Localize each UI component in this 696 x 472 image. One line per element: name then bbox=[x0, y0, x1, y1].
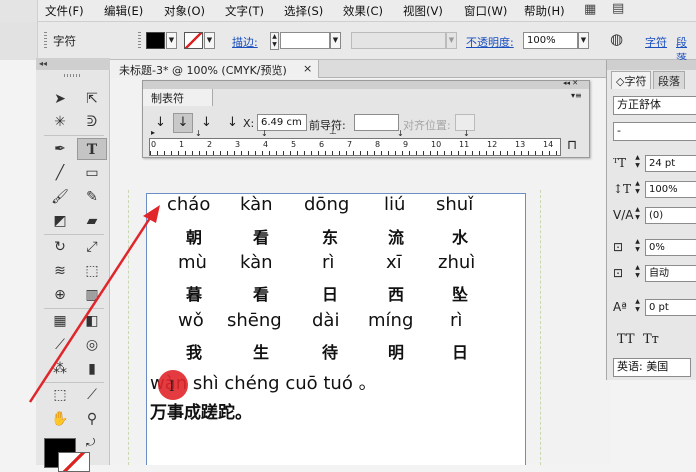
tabs-panel: ◂◂ ✕ 制表符 ▾≡ ↓ ↓ ↓ ↓ X: 6.49 cm 前导符: 对齐位置… bbox=[142, 79, 590, 158]
character-tab[interactable]: ◇字符 bbox=[611, 71, 652, 89]
ruler-tick: 7 bbox=[347, 140, 353, 149]
x-position-label: X: bbox=[243, 117, 255, 130]
kerning-icon: V/A bbox=[613, 208, 634, 222]
tracking-input[interactable]: 0% bbox=[645, 239, 696, 256]
font-size-stepper-icon[interactable]: ▲ ▼ bbox=[633, 154, 642, 172]
ruler-tick: 6 bbox=[319, 140, 325, 149]
ruler-tick: 0 bbox=[151, 140, 157, 149]
ruler-tick: 4 bbox=[263, 140, 269, 149]
indent-marker-icon[interactable]: ▸ bbox=[151, 128, 155, 137]
ruler-tick: 14 bbox=[543, 140, 554, 149]
vertical-scale-icon: ↕T bbox=[613, 182, 632, 196]
auto-stepper-icon[interactable]: ▲ ▼ bbox=[633, 264, 642, 282]
ibeam-cursor-icon: I bbox=[169, 379, 175, 395]
ruler-tick: 3 bbox=[235, 140, 241, 149]
right-tab-icon[interactable]: ↓ bbox=[201, 115, 212, 130]
tab-stop-selected-icon[interactable]: ⊥ bbox=[329, 127, 337, 137]
ruler-tick: 9 bbox=[403, 140, 409, 149]
font-size-input[interactable]: 24 pt bbox=[645, 155, 696, 172]
all-caps-button[interactable]: TT bbox=[617, 332, 635, 347]
paragraph-tab[interactable]: 段落 bbox=[653, 71, 685, 89]
tab-stop-icon[interactable]: ↓ bbox=[195, 129, 202, 138]
ruler-tick: 10 bbox=[431, 140, 442, 149]
baseline-input[interactable]: 0 pt bbox=[645, 299, 696, 316]
character-tab-label: 字符 bbox=[624, 75, 647, 88]
font-family-input[interactable]: 方正舒体 bbox=[613, 96, 696, 115]
ruler-tick: 12 bbox=[487, 140, 498, 149]
ruler-tick: 13 bbox=[515, 140, 526, 149]
tab-stop-icon[interactable]: ↓ bbox=[261, 129, 268, 138]
aki-icon: ⊡ bbox=[613, 266, 624, 280]
character-panel: ◇字符 段落 方正舒体 - ᵀT ▲ ▼ 24 pt ↕T ▲ ▼ 100% V/A… bbox=[606, 60, 696, 380]
decimal-tab-icon[interactable]: ↓ bbox=[227, 115, 238, 130]
font-style-input[interactable]: - bbox=[613, 122, 696, 141]
leader-label: 前导符: bbox=[309, 119, 346, 132]
annotation-arrow-line bbox=[28, 217, 152, 403]
snap-magnet-icon[interactable]: ⊓ bbox=[567, 138, 577, 153]
left-tab-icon[interactable]: ↓ bbox=[155, 115, 166, 130]
small-caps-button[interactable]: Tт bbox=[643, 332, 659, 347]
tab-stop-icon[interactable]: ↓ bbox=[463, 129, 470, 138]
center-tab-icon[interactable]: ↓ bbox=[173, 113, 193, 133]
vertical-scale-stepper-icon[interactable]: ▲ ▼ bbox=[633, 180, 642, 198]
tabs-panel-header[interactable]: ◂◂ ✕ bbox=[143, 79, 589, 89]
language-dropdown[interactable]: 英语: 美国 bbox=[613, 358, 691, 377]
leader-input[interactable] bbox=[354, 114, 399, 131]
ruler-tick: 2 bbox=[207, 140, 213, 149]
ruler-tick: 8 bbox=[375, 140, 381, 149]
kerning-stepper-icon[interactable]: ▲ ▼ bbox=[633, 206, 642, 224]
annotation-arrow-head bbox=[143, 205, 160, 223]
tsume-icon: ⊡ bbox=[613, 240, 624, 254]
vertical-scale-input[interactable]: 100% bbox=[645, 181, 696, 198]
baseline-shift-icon: Aª bbox=[613, 300, 627, 314]
kerning-input[interactable]: (0) bbox=[645, 207, 696, 224]
font-size-icon: ᵀT bbox=[613, 156, 627, 170]
auto-input[interactable]: 自动 bbox=[645, 265, 696, 282]
ruler-tick: 5 bbox=[291, 140, 297, 149]
tabs-panel-tab[interactable]: 制表符 bbox=[143, 89, 213, 106]
tracking-stepper-icon[interactable]: ▲ ▼ bbox=[633, 238, 642, 256]
tabs-panel-menu-icon[interactable]: ▾≡ bbox=[571, 91, 582, 100]
align-on-label: 对齐位置: bbox=[403, 119, 451, 132]
baseline-stepper-icon[interactable]: ▲ ▼ bbox=[633, 298, 642, 316]
ruler-tick: 11 bbox=[459, 140, 470, 149]
ruler-tick: 1 bbox=[179, 140, 185, 149]
character-panel-header[interactable] bbox=[607, 60, 696, 70]
tab-stop-icon[interactable]: ↓ bbox=[397, 129, 404, 138]
tabs-panel-collapse-icon[interactable]: ◂◂ ✕ bbox=[563, 79, 578, 87]
tab-ruler[interactable]: 0 1 2 3 4 5 6 7 8 9 10 11 12 13 14 bbox=[149, 138, 561, 156]
annotation-overlay: I bbox=[28, 205, 188, 403]
